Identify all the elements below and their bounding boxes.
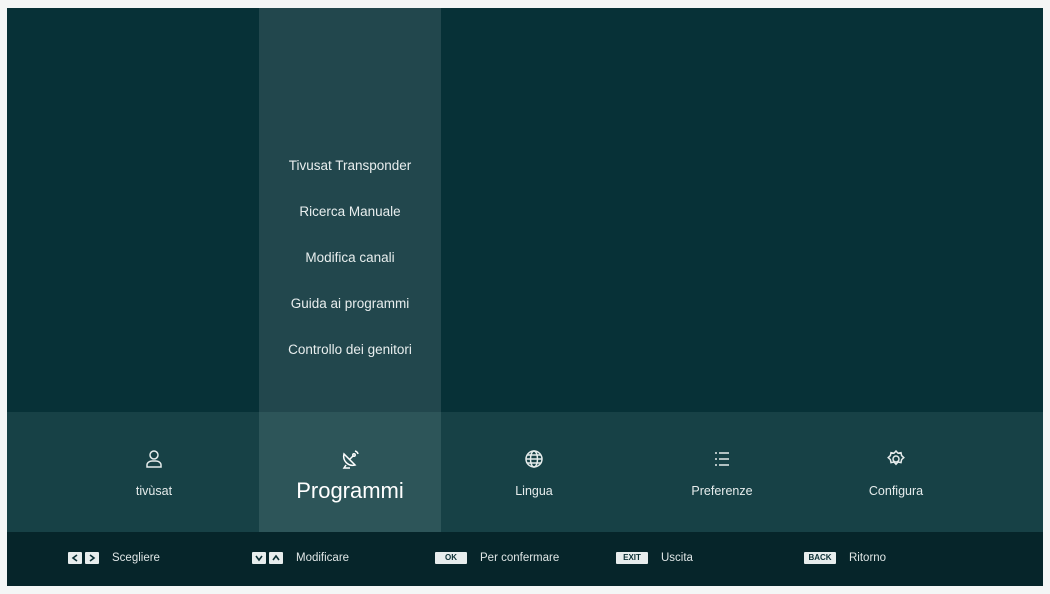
right-arrow-key-icon (85, 552, 99, 564)
satellite-dish-icon (339, 448, 361, 470)
submenu-panel: Tivusat Transponder Ricerca Manuale Modi… (259, 8, 441, 412)
left-arrow-key-icon (68, 552, 82, 564)
main-menu-label: Lingua (515, 484, 553, 498)
submenu-item-ricerca-manuale[interactable]: Ricerca Manuale (299, 204, 400, 220)
main-menu-item-programmi[interactable]: Programmi (259, 412, 441, 532)
back-key: BACK (804, 552, 836, 564)
gear-icon (885, 448, 907, 470)
globe-icon (523, 448, 545, 470)
main-menu-label: tivùsat (135, 484, 173, 498)
hint-uscita: EXIT Uscita (616, 550, 693, 566)
list-icon (711, 448, 733, 470)
main-menu-item-tivusat[interactable]: tivùsat (63, 412, 245, 532)
hint-ritorno: BACK Ritorno (804, 550, 886, 566)
ok-key: OK (435, 552, 467, 564)
hint-label: Scegliere (112, 552, 160, 564)
submenu-item-guida-ai-programmi[interactable]: Guida ai programmi (291, 296, 410, 312)
key-hint-bar: Scegliere Modificare OK Per confermare E… (7, 532, 1043, 586)
hint-scegliere: Scegliere (68, 550, 160, 566)
hint-label: Ritorno (849, 552, 887, 564)
main-menu-label: Preferenze (691, 484, 753, 498)
main-menu-item-preferenze[interactable]: Preferenze (631, 412, 813, 532)
submenu-list: Tivusat Transponder Ricerca Manuale Modi… (288, 158, 412, 388)
tv-menu-screen: Tivusat Transponder Ricerca Manuale Modi… (7, 8, 1043, 586)
main-menu-label: Configura (868, 484, 924, 498)
main-menu-label: Programmi (296, 478, 404, 503)
main-menu-item-configura[interactable]: Configura (805, 412, 987, 532)
main-menu-bar: tivùsat Programmi Lingua Preferenze Conf… (7, 412, 1043, 532)
up-arrow-key-icon (269, 552, 283, 564)
submenu-item-controllo-dei-genitori[interactable]: Controllo dei genitori (288, 342, 412, 358)
hint-modificare: Modificare (252, 550, 349, 566)
down-arrow-key-icon (252, 552, 266, 564)
exit-key: EXIT (616, 552, 648, 564)
hint-per-confermare: OK Per confermare (435, 550, 559, 566)
submenu-item-modifica-canali[interactable]: Modifica canali (305, 250, 394, 266)
user-icon (143, 448, 165, 470)
submenu-item-tivusat-transponder[interactable]: Tivusat Transponder (289, 158, 412, 174)
hint-label: Per confermare (480, 552, 560, 564)
main-menu-item-lingua[interactable]: Lingua (443, 412, 625, 532)
hint-label: Uscita (661, 552, 693, 564)
hint-label: Modificare (296, 552, 350, 564)
